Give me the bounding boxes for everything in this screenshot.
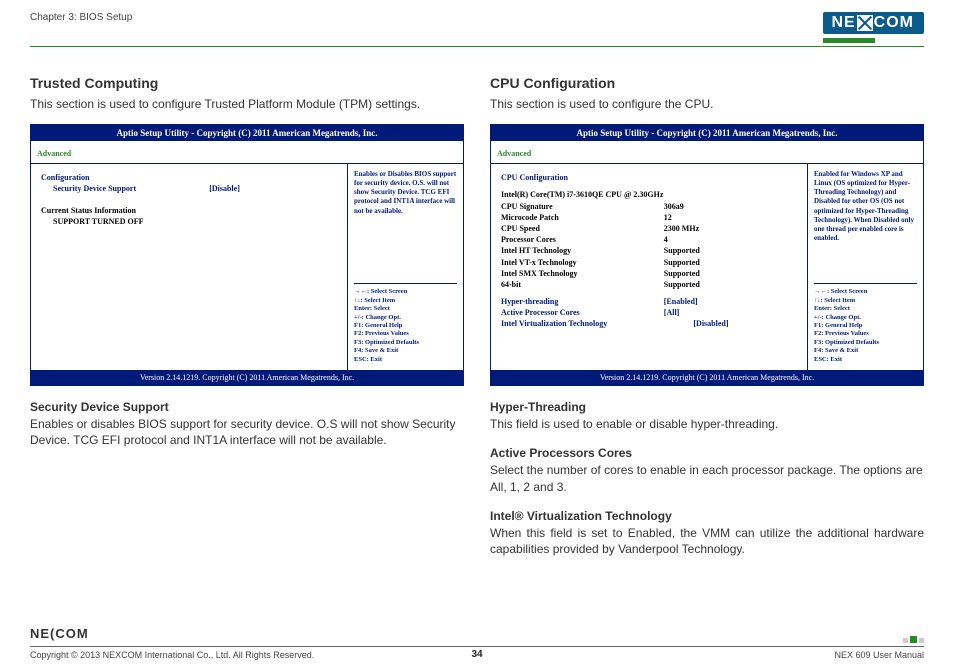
cpu-smx-l: Intel SMX Technology — [501, 268, 664, 279]
key-hint: →←: Select Screen — [814, 288, 917, 296]
key-hint: F1: General Help — [814, 322, 917, 330]
cpu-mic-v: 12 — [664, 212, 797, 223]
cpu-vt-l: Intel VT-x Technology — [501, 257, 664, 268]
bios-right-pane: Enabled for Windows XP and Linux (OS opt… — [808, 164, 923, 370]
key-hint: ESC: Exit — [354, 356, 457, 364]
desc-sds-body: Enables or disables BIOS support for sec… — [30, 416, 464, 448]
key-hint: +/-: Change Opt. — [354, 314, 457, 322]
desc-sds-title: Security Device Support — [30, 400, 464, 414]
cpu-smx-v: Supported — [664, 268, 797, 279]
brand-logo: NECOM — [823, 12, 924, 43]
cpu-ht-v: Supported — [664, 245, 797, 256]
chapter-label: Chapter 3: BIOS Setup — [30, 12, 132, 23]
cpu-64-l: 64-bit — [501, 279, 664, 290]
cpu-sig-v: 306a9 — [664, 201, 797, 212]
bios-header: Aptio Setup Utility - Copyright (C) 2011… — [491, 125, 923, 141]
page-number: 34 — [0, 649, 954, 660]
cpu-hyp-l: Hyper-threading — [501, 296, 664, 307]
key-hint: Enter: Select — [354, 305, 457, 313]
key-hint: F2: Previous Values — [814, 330, 917, 338]
bios-help-text: Enables or Disables BIOS support for sec… — [354, 170, 457, 275]
footer-logo-text: NE(COM — [30, 626, 89, 641]
key-hint: F1: General Help — [354, 322, 457, 330]
section-subtitle: This section is used to configure the CP… — [490, 96, 924, 112]
section-title: Trusted Computing — [30, 75, 464, 91]
cpu-apc-v: [All] — [664, 307, 797, 318]
bios-sds-label: Security Device Support — [53, 183, 209, 194]
key-hint: ESC: Exit — [814, 356, 917, 364]
key-hint: +/-: Change Opt. — [814, 314, 917, 322]
bios-window-trusted: Aptio Setup Utility - Copyright (C) 2011… — [30, 124, 464, 386]
bios-support-off: SUPPORT TURNED OFF — [41, 216, 337, 227]
key-hint: ↑↓: Select Item — [354, 297, 457, 305]
bios-header: Aptio Setup Utility - Copyright (C) 2011… — [31, 125, 463, 141]
bios-footer: Version 2.14.1219. Copyright (C) 2011 Am… — [491, 370, 923, 385]
cpu-mic-l: Microcode Patch — [501, 212, 664, 223]
key-hint: ↑↓: Select Item — [814, 297, 917, 305]
desc-ivt-body: When this field is set to Enabled, the V… — [490, 525, 924, 557]
bios-footer: Version 2.14.1219. Copyright (C) 2011 Am… — [31, 370, 463, 385]
bios-key-legend: →←: Select Screen ↑↓: Select Item Enter:… — [354, 283, 457, 364]
key-hint: F2: Previous Values — [354, 330, 457, 338]
bios-cpu-name: Intel(R) Core(TM) i7-3610QE CPU @ 2.30GH… — [501, 189, 797, 200]
cpu-sig-l: CPU Signature — [501, 201, 664, 212]
cpu-hyp-v: [Enabled] — [664, 296, 797, 307]
desc-apc-body: Select the number of cores to enable in … — [490, 462, 924, 494]
cpu-apc-l: Active Processor Cores — [501, 307, 664, 318]
key-hint: F4: Save & Exit — [814, 347, 917, 355]
cpu-64-v: Supported — [664, 279, 797, 290]
bios-right-pane: Enables or Disables BIOS support for sec… — [348, 164, 463, 370]
bios-tabs: Advanced — [31, 141, 463, 164]
bios-key-legend: →←: Select Screen ↑↓: Select Item Enter:… — [814, 283, 917, 364]
bios-cpu-cfg-label: CPU Configuration — [501, 172, 797, 183]
bios-sds-value: [Disable] — [209, 183, 337, 194]
cpu-spd-v: 2300 MHz — [664, 223, 797, 234]
footer-logo: NE(COM — [30, 625, 89, 643]
bios-window-cpu: Aptio Setup Utility - Copyright (C) 2011… — [490, 124, 924, 386]
bios-tabs: Advanced — [491, 141, 923, 164]
right-column: CPU Configuration This section is used t… — [490, 75, 924, 557]
key-hint: →←: Select Screen — [354, 288, 457, 296]
cpu-cor-v: 4 — [664, 234, 797, 245]
bios-left-pane: CPU Configuration Intel(R) Core(TM) i7-3… — [491, 164, 808, 370]
key-hint: F3: Optimized Defaults — [814, 339, 917, 347]
bios-sds-row: Security Device Support [Disable] — [41, 183, 337, 194]
section-title: CPU Configuration — [490, 75, 924, 91]
key-hint: Enter: Select — [814, 305, 917, 313]
cpu-ivt-l: Intel Virtualization Technology — [501, 318, 693, 329]
left-column: Trusted Computing This section is used t… — [30, 75, 464, 557]
cpu-cor-l: Processor Cores — [501, 234, 664, 245]
cpu-ivt-v: [Disabled] — [693, 318, 797, 329]
desc-ivt-title: Intel® Virtualization Technology — [490, 509, 924, 523]
desc-ht-title: Hyper-Threading — [490, 400, 924, 414]
bios-csi-label: Current Status Information — [41, 205, 337, 216]
bios-config-label: Configuration — [41, 172, 337, 183]
desc-apc-title: Active Processors Cores — [490, 446, 924, 460]
section-subtitle: This section is used to configure Truste… — [30, 96, 464, 112]
cpu-ht-l: Intel HT Technology — [501, 245, 664, 256]
bios-tab-advanced: Advanced — [37, 149, 71, 158]
header-rule — [30, 46, 924, 47]
cpu-vt-v: Supported — [664, 257, 797, 268]
key-hint: F3: Optimized Defaults — [354, 339, 457, 347]
footer-decoration-icon — [903, 636, 924, 643]
cpu-spd-l: CPU Speed — [501, 223, 664, 234]
page-header: Chapter 3: BIOS Setup NECOM — [30, 12, 924, 43]
key-hint: F4: Save & Exit — [354, 347, 457, 355]
bios-left-pane: Configuration Security Device Support [D… — [31, 164, 348, 370]
bios-tab-advanced: Advanced — [497, 149, 531, 158]
bios-help-text: Enabled for Windows XP and Linux (OS opt… — [814, 170, 917, 275]
desc-ht-body: This field is used to enable or disable … — [490, 416, 924, 432]
